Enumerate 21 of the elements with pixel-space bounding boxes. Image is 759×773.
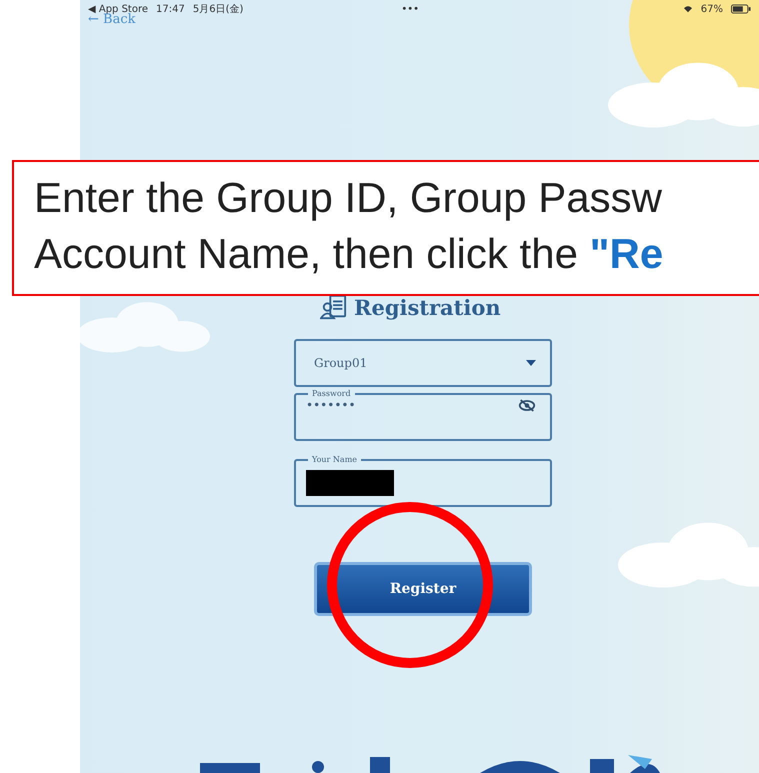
status-time: 17:47 xyxy=(156,4,185,14)
registration-title: Registration xyxy=(354,294,501,320)
password-label: Password xyxy=(311,389,352,398)
register-button[interactable]: Register xyxy=(314,562,532,616)
back-to-app-link[interactable]: ◀ App Store xyxy=(88,4,148,14)
multitask-dots[interactable]: ••• xyxy=(401,4,420,14)
group-value: Group01 xyxy=(314,356,368,370)
name-field[interactable]: Your Name xyxy=(294,455,552,507)
instruction-text: Account Name, then click the "Re xyxy=(34,229,664,279)
password-value: ••••••• xyxy=(306,398,356,412)
group-select[interactable]: Group01 xyxy=(294,339,552,387)
caret-icon xyxy=(526,360,536,366)
instruction-text: Enter the Group ID, Group Passw xyxy=(34,173,662,223)
status-date: 5月6日(金) xyxy=(192,3,244,16)
wifi-icon xyxy=(682,5,693,13)
registration-form-icon xyxy=(320,294,348,320)
name-label: Your Name xyxy=(311,455,358,464)
password-field[interactable]: Password ••••••• xyxy=(294,389,552,441)
battery-percent: 67% xyxy=(700,4,723,14)
battery-icon xyxy=(731,4,751,14)
eye-slash-icon[interactable] xyxy=(518,398,536,412)
